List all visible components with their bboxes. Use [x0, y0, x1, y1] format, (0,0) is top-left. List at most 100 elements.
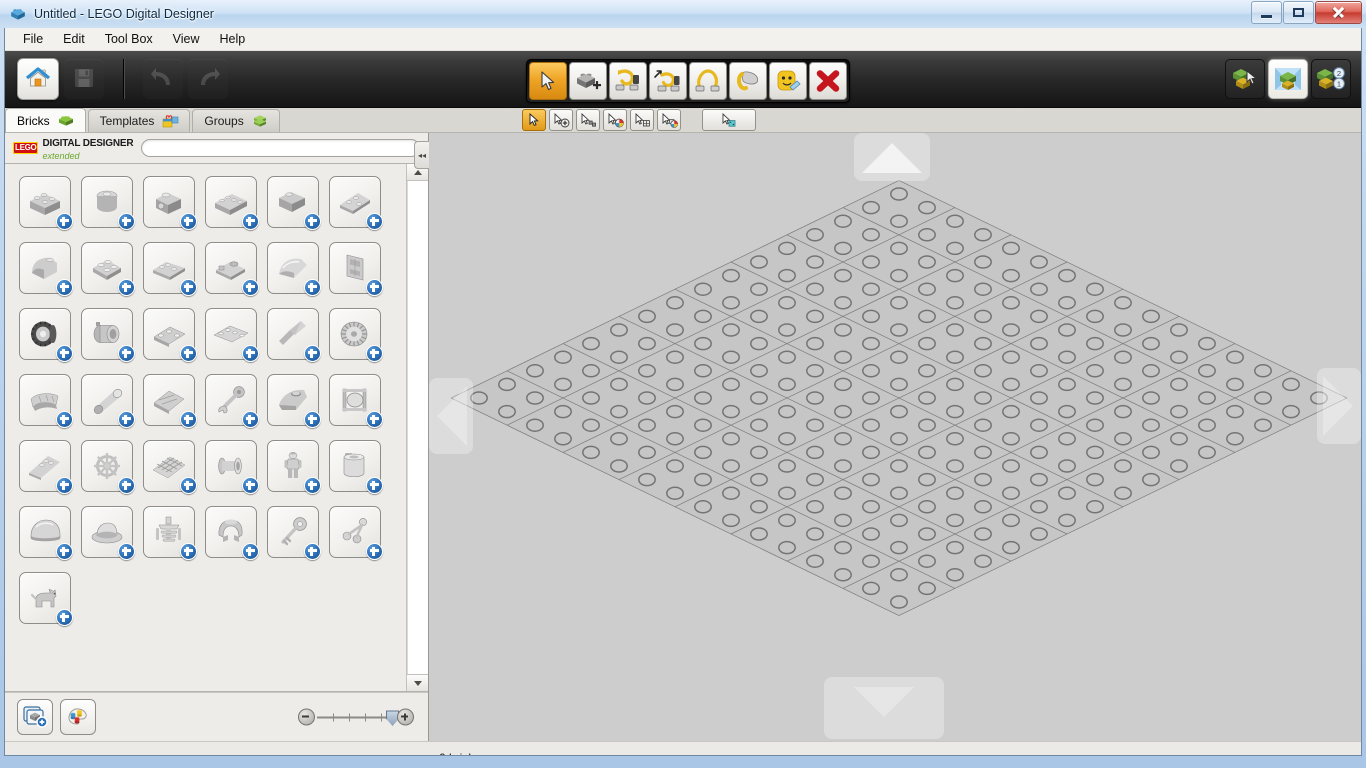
baseplate[interactable] — [429, 133, 1361, 741]
brick-tile[interactable] — [19, 506, 73, 560]
brick-tile[interactable] — [205, 374, 259, 428]
subtool-select-connected[interactable] — [576, 109, 600, 131]
add-brick-badge-icon[interactable] — [56, 345, 73, 362]
mode-view[interactable] — [1268, 59, 1308, 99]
add-brick-badge-icon[interactable] — [304, 213, 321, 230]
brick-tile[interactable] — [81, 440, 135, 494]
brick-tile[interactable] — [267, 242, 321, 296]
save-button[interactable] — [64, 59, 104, 99]
brick-tile[interactable] — [81, 374, 135, 428]
brick-tile[interactable] — [205, 308, 259, 362]
add-brick-badge-icon[interactable] — [118, 543, 135, 560]
tool-clone[interactable] — [569, 62, 607, 100]
mode-guide[interactable]: 2 1 — [1311, 59, 1351, 99]
tab-groups[interactable]: Groups — [192, 109, 280, 132]
add-brick-badge-icon[interactable] — [366, 543, 383, 560]
tool-select[interactable] — [529, 62, 567, 100]
brick-tile[interactable] — [205, 506, 259, 560]
brick-tile[interactable] — [267, 506, 321, 560]
brick-tile[interactable] — [267, 374, 321, 428]
add-brick-badge-icon[interactable] — [56, 609, 73, 626]
add-brick-badge-icon[interactable] — [304, 345, 321, 362]
add-brick-badge-icon[interactable] — [242, 477, 259, 494]
zoom-track[interactable] — [317, 710, 399, 726]
brick-tile[interactable] — [329, 374, 383, 428]
subtool-select-color-shape[interactable] — [657, 109, 681, 131]
brick-tile[interactable] — [143, 374, 197, 428]
brick-tile[interactable] — [81, 308, 135, 362]
add-brick-badge-icon[interactable] — [180, 279, 197, 296]
brick-tile[interactable] — [19, 308, 73, 362]
color-palette-button[interactable] — [60, 699, 96, 735]
add-brick-badge-icon[interactable] — [56, 477, 73, 494]
brick-tile[interactable] — [329, 242, 383, 296]
mode-build[interactable] — [1225, 59, 1265, 99]
subtool-select-add[interactable] — [549, 109, 573, 131]
zoom-out-button[interactable] — [298, 708, 315, 726]
rotate-left-arrow[interactable] — [429, 378, 473, 454]
minimize-button[interactable] — [1251, 1, 1282, 24]
brick-tile[interactable] — [81, 176, 135, 230]
add-brick-badge-icon[interactable] — [180, 345, 197, 362]
scroll-track[interactable] — [407, 181, 428, 674]
collapse-panel-button[interactable]: ◂◂ — [414, 141, 429, 169]
add-brick-badge-icon[interactable] — [118, 477, 135, 494]
rotate-up-arrow[interactable] — [854, 133, 930, 181]
subtool-select-single[interactable] — [522, 109, 546, 131]
add-brick-badge-icon[interactable] — [180, 213, 197, 230]
add-brick-badge-icon[interactable] — [118, 345, 135, 362]
add-brick-badge-icon[interactable] — [366, 345, 383, 362]
tab-templates[interactable]: Templates — [87, 109, 191, 132]
brick-tile[interactable] — [329, 176, 383, 230]
add-brick-badge-icon[interactable] — [242, 411, 259, 428]
add-brick-badge-icon[interactable] — [180, 477, 197, 494]
redo-button[interactable] — [188, 59, 228, 99]
3d-viewport[interactable] — [429, 133, 1361, 741]
close-button[interactable] — [1315, 1, 1362, 24]
scroll-down-button[interactable] — [407, 674, 428, 691]
brick-tile[interactable] — [143, 308, 197, 362]
new-group-button[interactable] — [17, 699, 53, 735]
add-brick-badge-icon[interactable] — [242, 543, 259, 560]
palette-scrollbar[interactable] — [406, 164, 428, 691]
menu-edit[interactable]: Edit — [53, 30, 95, 48]
add-brick-badge-icon[interactable] — [366, 411, 383, 428]
menu-file[interactable]: File — [13, 30, 53, 48]
add-brick-badge-icon[interactable] — [118, 213, 135, 230]
rotate-right-arrow[interactable] — [1317, 368, 1361, 444]
rotate-down-arrow[interactable] — [824, 677, 944, 739]
subtool-select-all[interactable] — [702, 109, 756, 131]
add-brick-badge-icon[interactable] — [242, 279, 259, 296]
brick-tile[interactable] — [267, 176, 321, 230]
brick-tile[interactable] — [143, 242, 197, 296]
add-brick-badge-icon[interactable] — [242, 345, 259, 362]
zoom-in-button[interactable] — [397, 708, 414, 726]
brick-search-input[interactable] — [141, 139, 420, 157]
add-brick-badge-icon[interactable] — [304, 279, 321, 296]
tool-hinge-align[interactable] — [649, 62, 687, 100]
add-brick-badge-icon[interactable] — [56, 279, 73, 296]
brick-tile[interactable] — [329, 308, 383, 362]
brick-tile[interactable] — [205, 440, 259, 494]
brick-tile[interactable] — [19, 440, 73, 494]
add-brick-badge-icon[interactable] — [366, 477, 383, 494]
menu-tool-box[interactable]: Tool Box — [95, 30, 163, 48]
add-brick-badge-icon[interactable] — [304, 411, 321, 428]
brick-tile[interactable] — [19, 242, 73, 296]
add-brick-badge-icon[interactable] — [56, 213, 73, 230]
brick-tile[interactable] — [267, 308, 321, 362]
add-brick-badge-icon[interactable] — [304, 477, 321, 494]
brick-tile[interactable] — [19, 374, 73, 428]
tool-delete[interactable] — [809, 62, 847, 100]
tab-bricks[interactable]: Bricks — [5, 108, 86, 132]
brick-tile[interactable] — [143, 176, 197, 230]
menu-help[interactable]: Help — [210, 30, 256, 48]
brick-tile[interactable] — [81, 242, 135, 296]
add-brick-badge-icon[interactable] — [304, 543, 321, 560]
tool-decorate[interactable] — [769, 62, 807, 100]
brick-tile[interactable] — [205, 176, 259, 230]
brick-tile[interactable] — [19, 572, 73, 626]
add-brick-badge-icon[interactable] — [366, 279, 383, 296]
undo-button[interactable] — [143, 59, 183, 99]
palette-zoom-slider[interactable] — [298, 708, 414, 726]
